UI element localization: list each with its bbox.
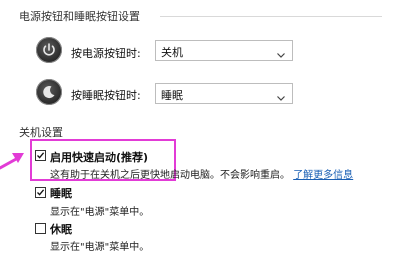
- moon-icon: [36, 79, 62, 105]
- sleep-option-description: 显示在"电源"菜单中。: [50, 207, 150, 218]
- hibernate-option-label[interactable]: 休眠: [50, 221, 72, 237]
- shutdown-settings-heading: 关机设置: [19, 126, 63, 139]
- fast-startup-checkbox[interactable]: [35, 150, 46, 161]
- arrow-icon: [0, 150, 28, 176]
- sleep-button-action-select[interactable]: 睡眠: [155, 83, 293, 104]
- learn-more-link[interactable]: 了解更多信息: [293, 170, 353, 181]
- power-button-action-select[interactable]: 关机: [155, 40, 293, 61]
- power-button-action-value: 关机: [161, 46, 183, 59]
- chevron-down-icon: [276, 45, 286, 64]
- fast-startup-description: 这有助于在关机之后更快地启动电脑。不会影响重启。 了解更多信息: [50, 166, 353, 181]
- power-button-label: 按电源按钮时:: [71, 47, 141, 60]
- sleep-option-label[interactable]: 睡眠: [50, 185, 72, 201]
- sleep-button-action-value: 睡眠: [161, 89, 183, 102]
- hibernate-checkbox[interactable]: [35, 223, 46, 234]
- chevron-down-icon: [276, 88, 286, 107]
- fast-startup-label[interactable]: 启用快速启动(推荐): [50, 149, 148, 165]
- hibernate-option-description: 显示在"电源"菜单中。: [50, 242, 150, 253]
- section-divider: [160, 16, 382, 17]
- power-icon: [36, 37, 62, 63]
- sleep-checkbox[interactable]: [35, 187, 46, 198]
- fast-startup-description-text: 这有助于在关机之后更快地启动电脑。不会影响重启。: [50, 170, 290, 181]
- power-buttons-section-heading: 电源按钮和睡眠按钮设置: [19, 10, 140, 23]
- sleep-button-label: 按睡眠按钮时:: [71, 89, 141, 102]
